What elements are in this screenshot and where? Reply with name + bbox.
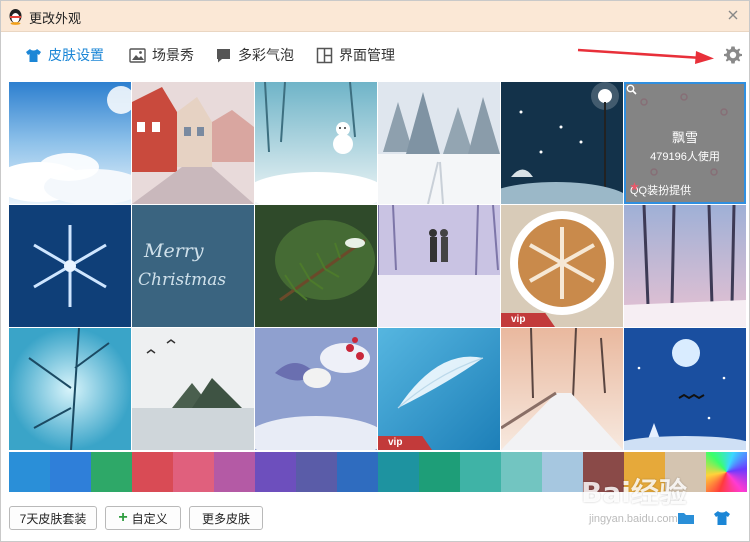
skin-tile-snowflake-blue[interactable] xyxy=(9,205,131,327)
tab-scene-show[interactable]: 场景秀 xyxy=(129,44,194,66)
skin-thumbnail xyxy=(255,328,377,450)
skin-thumbnail xyxy=(501,328,623,450)
skin-tile-pine-branch[interactable] xyxy=(255,205,377,327)
skin-thumbnail xyxy=(501,205,623,327)
skin-provider: QQ装扮提供 xyxy=(630,182,691,198)
skin-tile-couple-snow[interactable] xyxy=(378,205,500,327)
skin-hover-overlay[interactable]: 飘雪 479196人使用 QQ装扮提供 xyxy=(624,82,746,204)
svg-text:Merry: Merry xyxy=(143,240,204,262)
skin-thumbnail xyxy=(378,82,500,204)
color-swatch[interactable] xyxy=(296,452,337,492)
color-swatch[interactable] xyxy=(9,452,50,492)
skin-thumbnail xyxy=(255,82,377,204)
skin-thumbnail xyxy=(132,82,254,204)
color-swatch[interactable] xyxy=(173,452,214,492)
color-swatch[interactable] xyxy=(583,452,624,492)
provider-star-icon xyxy=(630,182,639,191)
tab-label: 界面管理 xyxy=(339,47,395,63)
skin-tile-night-lamp[interactable] xyxy=(501,82,623,204)
skin-tile-christmas-night[interactable] xyxy=(624,328,746,450)
tab-color-bubbles[interactable]: 多彩气泡 xyxy=(215,44,294,66)
skin-thumbnail xyxy=(501,82,623,204)
color-swatch[interactable] xyxy=(624,452,665,492)
tab-interface-management[interactable]: 界面管理 xyxy=(316,44,395,66)
close-icon[interactable] xyxy=(725,7,741,23)
watermark-url: jingyan.baidu.com xyxy=(589,513,678,525)
svg-text:Christmas: Christmas xyxy=(138,270,226,290)
skin-tile-merry-christmas[interactable]: Merry Christmas xyxy=(132,205,254,327)
color-swatch[interactable] xyxy=(460,452,501,492)
gear-icon[interactable] xyxy=(723,45,743,65)
skin-tile-latte-snowflake[interactable]: vip xyxy=(501,205,623,327)
color-swatch[interactable] xyxy=(337,452,378,492)
color-swatch[interactable] xyxy=(214,452,255,492)
color-swatch[interactable] xyxy=(706,452,747,492)
skin-tile-winter-street[interactable] xyxy=(132,82,254,204)
tab-bar: 皮肤设置 场景秀 多彩气泡 界面管理 xyxy=(1,32,749,78)
tshirt-icon xyxy=(26,48,41,62)
tab-skin-settings[interactable]: 皮肤设置 xyxy=(25,44,104,66)
color-swatch[interactable] xyxy=(665,452,706,492)
qq-penguin-icon xyxy=(9,9,22,25)
skin-tile-sky-clouds[interactable] xyxy=(9,82,131,204)
color-swatch[interactable] xyxy=(419,452,460,492)
more-skins-button[interactable]: 更多皮肤 xyxy=(189,506,263,530)
layout-icon xyxy=(316,47,333,63)
skin-thumbnail xyxy=(624,328,746,450)
skin-tile-snowy-forest[interactable] xyxy=(378,82,500,204)
custom-skin-button[interactable]: + 自定义 xyxy=(105,506,181,530)
skin-user-count: 479196人使用 xyxy=(650,151,720,163)
title-bar: 更改外观 xyxy=(1,1,749,32)
skin-thumbnail xyxy=(378,328,500,450)
skin-thumbnail xyxy=(132,328,254,450)
tab-label: 多彩气泡 xyxy=(238,47,294,63)
appearance-window: 更改外观 皮肤设置 场景秀 多彩气泡 界面管理 飘雪 479196人使用 QQ装… xyxy=(0,0,750,542)
skin-package-button[interactable]: 7天皮肤套装 xyxy=(9,506,97,530)
tab-label: 皮肤设置 xyxy=(48,47,104,63)
zoom-preview-icon[interactable] xyxy=(626,84,637,95)
color-swatch[interactable] xyxy=(542,452,583,492)
skin-tile-blue-branches[interactable] xyxy=(9,328,131,450)
skin-tile-feather[interactable]: vip xyxy=(378,328,500,450)
plus-icon: + xyxy=(118,509,128,526)
red-arrow-annotation xyxy=(577,48,714,64)
skin-name: 飘雪 xyxy=(671,130,698,145)
skin-tile-winter-trees-pink[interactable] xyxy=(624,205,746,327)
skin-thumbnail: Merry Christmas xyxy=(132,205,254,327)
skin-tile-snowman[interactable] xyxy=(255,82,377,204)
skin-grid: 飘雪 479196人使用 QQ装扮提供 Merry Christmas vip … xyxy=(9,82,747,452)
skin-tile-bird-berries[interactable] xyxy=(255,328,377,450)
skin-thumbnail xyxy=(255,205,377,327)
skin-tile-frozen-lake[interactable] xyxy=(132,328,254,450)
color-swatch[interactable] xyxy=(378,452,419,492)
color-swatch[interactable] xyxy=(132,452,173,492)
picture-icon xyxy=(129,47,146,63)
folder-icon[interactable] xyxy=(677,510,695,526)
color-swatch[interactable] xyxy=(501,452,542,492)
window-title: 更改外观 xyxy=(29,11,82,26)
skin-thumbnail xyxy=(9,82,131,204)
skin-thumbnail xyxy=(9,328,131,450)
color-swatch[interactable] xyxy=(255,452,296,492)
skin-tile-snow-flakes[interactable]: 飘雪 479196人使用 QQ装扮提供 xyxy=(624,82,746,204)
skin-thumbnail xyxy=(624,205,746,327)
tab-label: 场景秀 xyxy=(152,47,194,63)
skin-tile-snowy-bridge[interactable] xyxy=(501,328,623,450)
tshirt-icon[interactable] xyxy=(713,510,731,526)
color-swatch-bar xyxy=(9,452,747,492)
color-swatch[interactable] xyxy=(50,452,91,492)
color-swatch[interactable] xyxy=(91,452,132,492)
skin-thumbnail xyxy=(378,205,500,327)
chat-bubble-icon xyxy=(217,48,230,62)
skin-thumbnail xyxy=(9,205,131,327)
